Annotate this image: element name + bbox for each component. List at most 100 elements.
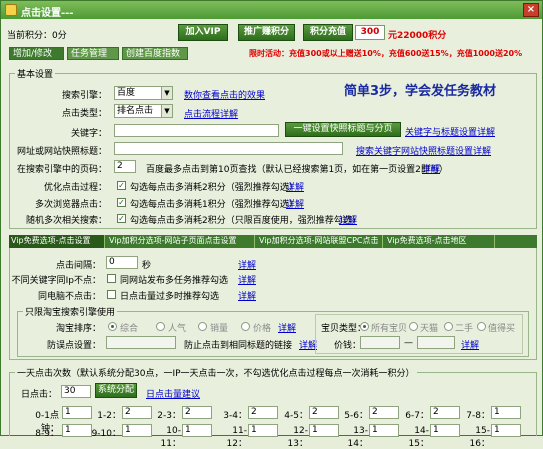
daily-suggest-link[interactable]: 日点击量建议 bbox=[146, 387, 200, 400]
hour-label: 14-15： bbox=[408, 426, 429, 449]
click-type-value: 排名点击 bbox=[117, 106, 154, 116]
close-button[interactable]: × bbox=[523, 3, 539, 17]
sort-radio-3[interactable] bbox=[241, 322, 250, 331]
settings-window: 点击设置--- × 当前积分：0分 加入VIP 推广赚积分 积分充值 300 元… bbox=[0, 0, 543, 449]
opt2-label: 多次浏览器点击： bbox=[34, 200, 107, 210]
sort-radio-2[interactable] bbox=[198, 322, 207, 331]
sort-radio-1[interactable] bbox=[156, 322, 165, 331]
hour-label: 11-12： bbox=[226, 426, 247, 449]
interval-detail-link[interactable]: 详解 bbox=[238, 258, 256, 271]
vip-tabs: Vip免费选项-点击设置 Vip加积分选项-网站子页面点击设置 Vip加积分选项… bbox=[9, 235, 537, 248]
basic-settings-label: 基本设置 bbox=[15, 67, 56, 80]
sort-option-0: 综合 bbox=[120, 324, 139, 334]
sort-detail-link[interactable]: 详解 bbox=[278, 321, 296, 334]
price-label: 价钱： bbox=[334, 341, 362, 351]
hour-input[interactable]: 2 bbox=[369, 406, 399, 419]
opt1-label: 优化点击过程： bbox=[43, 183, 107, 193]
anti-misclick-input[interactable] bbox=[106, 336, 176, 349]
opt3-text: 勾选每点击多消耗2积分（只限百度使用，强烈推荐勾选） bbox=[130, 216, 361, 226]
price-max-input[interactable] bbox=[417, 336, 455, 349]
hour-input[interactable]: 1 bbox=[491, 406, 521, 419]
engine-label: 搜索引擎： bbox=[61, 91, 107, 101]
allocate-button[interactable]: 系统分配 bbox=[95, 383, 137, 398]
anti-misclick-note: 防止点击到相同标题的链接 bbox=[184, 341, 293, 351]
engine-effect-link[interactable]: 数你查看点击的效果 bbox=[184, 88, 265, 101]
opt3-checkbox[interactable]: ✓ bbox=[117, 214, 126, 223]
hour-input[interactable]: 2 bbox=[122, 406, 152, 419]
tab-vip-click[interactable]: Vip免费选项-点击设置 bbox=[9, 235, 105, 248]
page-input[interactable]: 2 bbox=[114, 160, 136, 173]
keyword-title-link[interactable]: 关键字与标题设置详解 bbox=[405, 125, 495, 138]
click-type-select[interactable]: 排名点击 ▼ bbox=[114, 104, 173, 118]
recharge-amount-input[interactable]: 300 bbox=[355, 25, 385, 40]
opt1-checkbox[interactable]: ✓ bbox=[117, 181, 126, 190]
type-radio-0[interactable] bbox=[360, 322, 369, 331]
opt2-detail-link[interactable]: 详解 bbox=[286, 197, 304, 210]
tab-vip-cpc[interactable]: Vip加积分选项-网站联盟CPC点击 bbox=[257, 235, 383, 248]
hour-label: 3-4： bbox=[223, 411, 247, 421]
page-detail-link[interactable]: 详解 bbox=[422, 162, 440, 175]
hour-label: 2-3： bbox=[157, 411, 181, 421]
ip-detail-link[interactable]: 详解 bbox=[238, 273, 256, 286]
tutorial-slogan[interactable]: 简单3步，学会发任务教材 bbox=[344, 80, 496, 99]
anti-misclick-label: 防误点设置： bbox=[46, 341, 101, 351]
click-flow-link[interactable]: 点击流程详解 bbox=[184, 107, 238, 120]
opt3-detail-link[interactable]: 详解 bbox=[339, 213, 357, 226]
url-label: 网址或网站快照标题： bbox=[16, 147, 107, 157]
promote-points-button[interactable]: 推广赚积分 bbox=[238, 24, 295, 41]
recharge-suffix: 元22000积分 bbox=[388, 31, 447, 41]
tab-vip-subpage[interactable]: Vip加积分选项-网站子页面点击设置 bbox=[107, 235, 255, 248]
hour-input[interactable]: 2 bbox=[182, 406, 212, 419]
type-radio-3[interactable] bbox=[477, 322, 486, 331]
tab-baidu-index[interactable]: 创建百度指数 bbox=[122, 47, 188, 60]
recharge-button[interactable]: 积分充值 bbox=[303, 24, 353, 41]
keyword-input[interactable] bbox=[114, 124, 279, 137]
tab-task-manage[interactable]: 任务管理 bbox=[67, 47, 119, 60]
type-radio-2[interactable] bbox=[444, 322, 453, 331]
hour-label: 15-16： bbox=[469, 426, 490, 449]
opt2-text: 勾选每点击多消耗1积分（强烈推荐勾选） bbox=[130, 200, 298, 210]
same-pc-checkbox[interactable] bbox=[107, 290, 116, 299]
same-pc-detail-link[interactable]: 详解 bbox=[238, 289, 256, 302]
join-vip-button[interactable]: 加入VIP bbox=[178, 24, 228, 41]
taobao-group-label: 只限淘宝搜索引擎使用 bbox=[23, 305, 118, 318]
sort-radio-0[interactable] bbox=[108, 322, 117, 331]
type-option-0: 所有宝贝 bbox=[371, 324, 408, 334]
price-min-input[interactable] bbox=[360, 336, 400, 349]
hour-label: 7-8： bbox=[466, 411, 490, 421]
ip-checkbox[interactable] bbox=[107, 274, 116, 283]
ip-label: 不同关键字同Ip不点： bbox=[11, 276, 101, 286]
hour-input[interactable]: 1 bbox=[62, 424, 92, 437]
same-pc-label: 同电脑不点击： bbox=[37, 292, 101, 302]
hour-input[interactable]: 2 bbox=[430, 406, 460, 419]
price-dash: — bbox=[404, 338, 413, 348]
opt2-checkbox[interactable]: ✓ bbox=[117, 198, 126, 207]
clicks-label: 日点击： bbox=[21, 390, 58, 400]
auto-snapshot-button[interactable]: 一键设置快照标题与分页 bbox=[285, 122, 401, 137]
type-radio-1[interactable] bbox=[409, 322, 418, 331]
hour-input[interactable]: 2 bbox=[248, 406, 278, 419]
hour-input[interactable]: 1 bbox=[62, 406, 92, 419]
type-option-2: 二手 bbox=[455, 324, 474, 334]
hour-input[interactable]: 1 bbox=[491, 424, 521, 437]
engine-select[interactable]: 百度 ▼ bbox=[114, 86, 173, 100]
tab-vip-region[interactable]: Vip免费选项-点击地区 bbox=[385, 235, 495, 248]
opt1-detail-link[interactable]: 详解 bbox=[286, 180, 304, 193]
interval-input[interactable]: 0 bbox=[106, 256, 138, 269]
hour-input[interactable]: 2 bbox=[309, 406, 339, 419]
ip-text: 同网站发布多任务推荐勾选 bbox=[120, 276, 229, 286]
title-bar[interactable]: 点击设置--- × bbox=[1, 1, 542, 19]
app-icon bbox=[5, 4, 17, 16]
hour-label: 1-2： bbox=[97, 411, 121, 421]
price-detail-link[interactable]: 详解 bbox=[461, 338, 479, 351]
hour-label: 10-11： bbox=[160, 426, 181, 449]
chevron-down-icon: ▼ bbox=[161, 87, 172, 99]
interval-label: 点击间隔： bbox=[55, 261, 101, 271]
url-title-link[interactable]: 搜索关键字网站快照标题设置详解 bbox=[356, 144, 491, 157]
hour-input[interactable]: 1 bbox=[182, 424, 212, 437]
url-input[interactable] bbox=[114, 142, 343, 155]
page-note: 百度最多点击到第10页查找（默认已经搜索第1页，如在第一页设置2即可） bbox=[146, 165, 448, 175]
tab-add-edit[interactable]: 增加/修改 bbox=[9, 47, 64, 60]
clicks-input[interactable]: 30 bbox=[61, 385, 91, 398]
same-pc-text: 日点击量过多时推荐勾选 bbox=[120, 292, 220, 302]
